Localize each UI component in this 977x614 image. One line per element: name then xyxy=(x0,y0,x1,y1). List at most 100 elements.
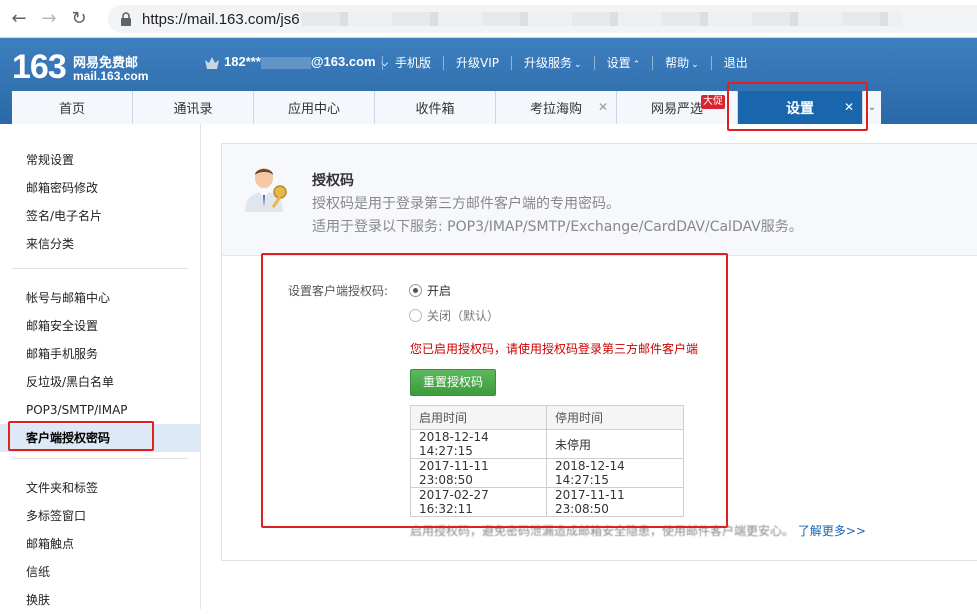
table-cell: 2017-02-27 16:32:11 xyxy=(410,487,547,517)
tab-app-center[interactable]: 应用中心 xyxy=(254,91,375,124)
tab-home[interactable]: 首页 xyxy=(12,91,133,124)
divider xyxy=(652,55,654,70)
mobile-link[interactable]: 手机版 xyxy=(395,54,431,71)
close-icon[interactable]: ✕ xyxy=(844,100,854,114)
tab-label: 通讯录 xyxy=(173,102,213,117)
logo-domain: mail.163.com xyxy=(73,69,149,83)
tab-label: 首页 xyxy=(58,102,85,117)
top-nav: 手机版 升级VIP 升级服务 ⌄ 设置 ⌃ 帮助 ⌄ 退出 xyxy=(370,54,748,71)
chevron-down-icon: ⌄ xyxy=(691,60,699,70)
reload-icon[interactable]: ↻ xyxy=(68,8,90,30)
table-row: 2017-11-11 23:08:50 2018-12-14 14:27:15 xyxy=(410,458,684,488)
address-bar[interactable]: https://mail.163.com/js6 xyxy=(108,5,977,33)
table-header-row: 启用时间 停用时间 xyxy=(410,405,684,430)
table-cell: 2018-12-14 14:27:15 xyxy=(546,458,684,488)
help-label: 帮助 xyxy=(665,56,690,70)
tab-label: 设置 xyxy=(786,100,814,117)
sidebar-group-account: 帐号与邮箱中心 邮箱安全设置 邮箱手机服务 反垃圾/黑白名单 POP3/SMTP… xyxy=(0,269,200,452)
divider xyxy=(443,55,445,70)
tab-label: 收件箱 xyxy=(415,102,455,117)
reset-auth-code-button[interactable]: 重置授权码 xyxy=(410,369,496,396)
forward-arrow-icon[interactable]: → xyxy=(38,8,60,30)
sidebar-item-stationery[interactable]: 信纸 xyxy=(0,558,200,586)
sidebar-item-antispam[interactable]: 反垃圾/黑白名单 xyxy=(0,368,200,396)
footnote: 启用授权码，避免密码泄漏造成邮箱安全隐患，使用邮件客户端更安心。 了解更多>> xyxy=(410,522,866,539)
table-cell: 未停用 xyxy=(546,429,684,459)
upgrade-vip-link[interactable]: 升级VIP xyxy=(456,54,499,71)
sidebar-item-pop3[interactable]: POP3/SMTP/IMAP xyxy=(0,396,200,424)
radio-unchecked-icon[interactable] xyxy=(409,309,422,322)
option-disable-label: 关闭（默认） xyxy=(427,309,500,323)
section-description: 授权码是用于登录第三方邮件客户端的专用密码。 xyxy=(312,196,620,212)
column-header-enabled: 启用时间 xyxy=(410,405,547,430)
chevron-up-icon: ⌃ xyxy=(632,60,641,70)
tab-overflow-chevron-icon[interactable]: ⌄ xyxy=(863,91,881,124)
sidebar-item-password[interactable]: 邮箱密码修改 xyxy=(0,174,200,202)
url-redacted xyxy=(301,12,902,26)
account-prefix: 182*** xyxy=(224,54,261,69)
account-suffix: @163.com xyxy=(310,54,376,69)
table-cell: 2018-12-14 14:27:15 xyxy=(410,429,547,459)
tab-yanxuan[interactable]: 网易严选 大促 xyxy=(617,91,738,124)
sidebar-item-filters[interactable]: 来信分类 xyxy=(0,230,200,258)
enabled-notice: 您已启用授权码，请使用授权码登录第三方邮件客户端 xyxy=(410,342,699,356)
close-icon[interactable]: ✕ xyxy=(598,100,608,114)
sidebar-item-touchpoint[interactable]: 邮箱触点 xyxy=(0,530,200,558)
option-enable-label: 开启 xyxy=(427,284,452,298)
divider xyxy=(511,55,513,70)
account-dropdown[interactable]: 182*** @163.com ⌵ xyxy=(224,54,388,69)
option-enable[interactable]: 开启 xyxy=(409,282,451,299)
upgrade-service-label: 升级服务 xyxy=(524,56,573,70)
account-mask xyxy=(260,56,311,69)
mail-header: 163 网易免费邮 mail.163.com 182*** @163.com ⌵ … xyxy=(0,38,977,124)
auth-code-label: 设置客户端授权码: xyxy=(288,284,389,298)
tab-kaola[interactable]: 考拉海购 ✕ xyxy=(496,91,617,124)
sidebar-item-folders[interactable]: 文件夹和标签 xyxy=(0,474,200,502)
tab-label: 考拉海购 xyxy=(529,102,582,117)
section-services: 适用于登录以下服务: POP3/IMAP/SMTP/Exchange/CardD… xyxy=(312,219,803,235)
tab-label: 应用中心 xyxy=(287,102,340,117)
settings-label: 设置 xyxy=(606,56,631,70)
tab-settings[interactable]: 设置 ✕ xyxy=(738,91,863,124)
panel-header: 授权码 授权码是用于登录第三方邮件客户端的专用密码。 适用于登录以下服务: PO… xyxy=(222,144,977,256)
url-text: https://mail.163.com/js6 xyxy=(142,10,300,28)
tab-contacts[interactable]: 通讯录 xyxy=(133,91,254,124)
column-header-disabled: 停用时间 xyxy=(546,405,684,430)
table-cell: 2017-11-11 23:08:50 xyxy=(410,458,547,488)
table-row: 2017-02-27 16:32:11 2017-11-11 23:08:50 xyxy=(410,487,684,517)
divider xyxy=(593,55,595,70)
radio-checked-icon[interactable] xyxy=(409,284,422,297)
settings-sidebar: 常规设置 邮箱密码修改 签名/电子名片 来信分类 帐号与邮箱中心 邮箱安全设置 … xyxy=(0,124,201,609)
sidebar-item-account-center[interactable]: 帐号与邮箱中心 xyxy=(0,284,200,312)
tab-label: 网易严选 xyxy=(650,102,703,117)
footnote-text: 启用授权码，避免密码泄漏造成邮箱安全隐患，使用邮件客户端更安心。 xyxy=(410,524,795,538)
sidebar-group-general: 常规设置 邮箱密码修改 签名/电子名片 来信分类 xyxy=(0,124,200,258)
settings-menu[interactable]: 设置 ⌃ xyxy=(607,54,641,71)
crown-icon xyxy=(205,57,219,69)
logout-link[interactable]: 退出 xyxy=(724,54,748,71)
chevron-down-icon: ⌄ xyxy=(574,60,582,70)
tab-inbox[interactable]: 收件箱 xyxy=(375,91,496,124)
option-disable[interactable]: 关闭（默认） xyxy=(409,307,499,324)
sidebar-item-client-auth[interactable]: 客户端授权密码 xyxy=(0,424,200,452)
sidebar-item-multitab[interactable]: 多标签窗口 xyxy=(0,502,200,530)
sidebar-item-security[interactable]: 邮箱安全设置 xyxy=(0,312,200,340)
user-key-icon xyxy=(245,168,287,212)
divider xyxy=(710,55,712,70)
help-menu[interactable]: 帮助 ⌄ xyxy=(665,54,699,71)
table-row: 2018-12-14 14:27:15 未停用 xyxy=(410,429,684,459)
sidebar-item-mobile-service[interactable]: 邮箱手机服务 xyxy=(0,340,200,368)
sidebar-item-skin[interactable]: 换肤 xyxy=(0,586,200,614)
logo-163[interactable]: 163 xyxy=(12,48,67,87)
promo-badge: 大促 xyxy=(701,95,725,109)
sidebar-group-misc: 文件夹和标签 多标签窗口 邮箱触点 信纸 换肤 xyxy=(0,459,200,614)
learn-more-link[interactable]: 了解更多>> xyxy=(798,524,866,538)
divider xyxy=(382,55,383,70)
sidebar-item-general[interactable]: 常规设置 xyxy=(0,146,200,174)
sidebar-item-signature[interactable]: 签名/电子名片 xyxy=(0,202,200,230)
section-title: 授权码 xyxy=(312,173,354,189)
lock-icon xyxy=(120,12,132,26)
auth-history-table: 启用时间 停用时间 2018-12-14 14:27:15 未停用 2017-1… xyxy=(410,405,684,517)
upgrade-service-menu[interactable]: 升级服务 ⌄ xyxy=(524,54,582,71)
back-arrow-icon[interactable]: ← xyxy=(8,8,30,30)
